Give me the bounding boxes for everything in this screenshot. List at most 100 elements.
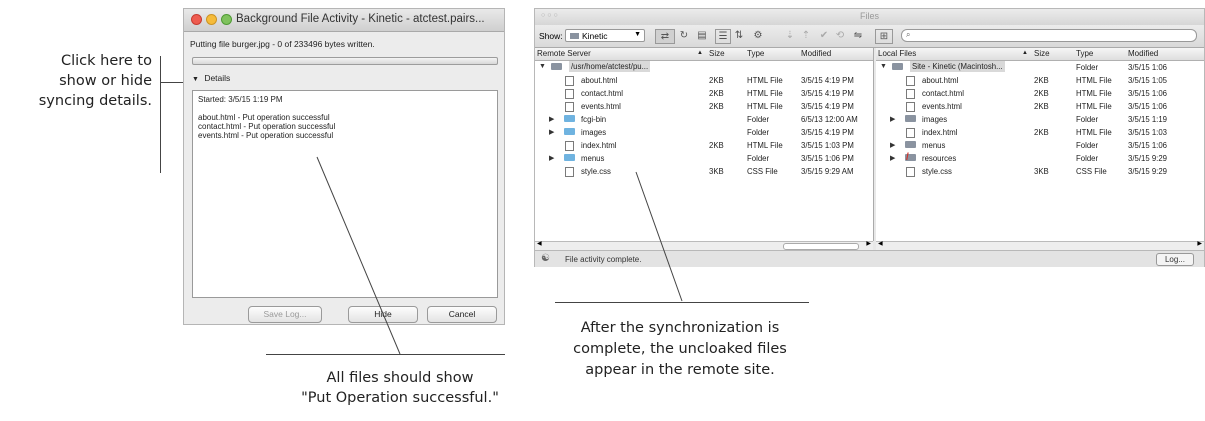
scroll-thumb[interactable] <box>783 243 859 250</box>
remote-root-row[interactable]: ▼ /usr/home/atctest/pu... <box>535 61 873 74</box>
callout-line-3: appear in the remote site. <box>585 362 775 378</box>
cloak-slash-icon: / <box>906 152 909 163</box>
local-header-type[interactable]: Type <box>1076 49 1093 58</box>
file-type: Folder <box>1076 154 1099 163</box>
file-row[interactable]: about.html 2KB HTML File 3/5/15 4:19 PM <box>535 74 873 87</box>
window-titlebar: Background File Activity - Kinetic - atc… <box>184 9 504 32</box>
file-row[interactable]: ▶ images Folder 3/5/15 4:19 PM <box>535 126 873 139</box>
file-modified: 6/5/13 12:00 AM <box>801 115 858 124</box>
callout-put-successful: All files should show "Put Operation suc… <box>240 368 560 408</box>
folder-icon <box>564 154 575 161</box>
refresh-icon[interactable]: ↻ <box>677 29 691 42</box>
callout-line-1: All files should show <box>326 370 474 386</box>
file-row[interactable]: about.html 2KB HTML File 3/5/15 1:05 <box>876 74 1204 87</box>
file-row[interactable]: events.html 2KB HTML File 3/5/15 4:19 PM <box>535 100 873 113</box>
file-name: fcgi-bin <box>581 115 607 124</box>
file-row[interactable]: ▶ menus Folder 3/5/15 1:06 <box>876 139 1204 152</box>
file-type: HTML File <box>1076 76 1112 85</box>
file-row[interactable]: ▶ menus Folder 3/5/15 1:06 PM <box>535 152 873 165</box>
connect-icon[interactable]: ⇄ <box>655 29 675 44</box>
local-header-modified[interactable]: Modified <box>1128 49 1158 58</box>
scroll-right-icon: ▶ <box>866 241 871 247</box>
file-modified: 3/5/15 4:19 PM <box>801 128 854 137</box>
file-name: images <box>922 115 948 124</box>
transfer-status-text: Putting file burger.jpg - 0 of 233496 by… <box>190 39 375 49</box>
file-modified: 3/5/15 1:06 PM <box>801 154 854 163</box>
site-folder-icon <box>570 33 579 39</box>
expand-icon[interactable]: ⊞ <box>875 29 893 44</box>
remote-header-name[interactable]: Remote Server <box>537 49 591 58</box>
site-select[interactable]: Kinetic ▼ <box>565 29 645 42</box>
view-icon[interactable]: ▤ <box>695 29 709 42</box>
files-titlebar: ○○○ Files <box>535 9 1204 26</box>
activity-icon: ☯ <box>541 253 550 264</box>
file-type: Folder <box>747 154 770 163</box>
file-size: 2KB <box>709 89 724 98</box>
file-icon <box>906 128 915 138</box>
show-label: Show: <box>539 31 563 41</box>
file-size: 2KB <box>1034 89 1049 98</box>
file-name: events.html <box>922 102 962 111</box>
file-size: 2KB <box>709 102 724 111</box>
remote-header-size[interactable]: Size <box>709 49 725 58</box>
sync-icon[interactable]: ⚙ <box>751 29 765 42</box>
put-icon[interactable]: ⇡ <box>799 29 813 42</box>
zoom-window-button[interactable] <box>221 14 232 25</box>
file-row[interactable]: ▶ / resources Folder 3/5/15 9:29 <box>876 152 1204 165</box>
details-toggle[interactable]: ▼ Details <box>192 73 230 83</box>
file-row[interactable]: ▶ fcgi-bin Folder 6/5/13 12:00 AM <box>535 113 873 126</box>
folder-icon <box>564 115 575 122</box>
local-header-name[interactable]: Local Files <box>878 49 916 58</box>
file-size: 2KB <box>1034 76 1049 85</box>
callout-line-2: show or hide <box>59 73 152 89</box>
local-header: Local Files ▲ Size Type Modified <box>876 48 1204 61</box>
collapsed-triangle-icon: ▶ <box>890 155 896 162</box>
remote-header-type[interactable]: Type <box>747 49 764 58</box>
transfer-progress-bar <box>192 57 498 65</box>
file-row[interactable]: contact.html 2KB HTML File 3/5/15 1:06 <box>876 87 1204 100</box>
file-size: 3KB <box>709 167 724 176</box>
local-horizontal-scrollbar[interactable]: ◀ ▶ <box>876 241 1204 250</box>
file-type: Folder <box>1076 141 1099 150</box>
file-modified: 3/5/15 1:19 <box>1128 115 1168 124</box>
log-line: events.html - Put operation successful <box>198 131 334 140</box>
file-icon <box>565 102 574 112</box>
callout-line-2: "Put Operation successful." <box>301 390 499 406</box>
close-window-button[interactable] <box>191 14 202 25</box>
checkout-icon[interactable]: ✔ <box>817 29 831 42</box>
checkin-icon[interactable]: ⟲ <box>833 29 847 42</box>
files-search-input[interactable]: ⌕ <box>901 29 1197 42</box>
callout-details-toggle: Click here to show or hide syncing detai… <box>0 51 152 111</box>
cancel-button[interactable]: Cancel <box>427 306 497 323</box>
collapsed-triangle-icon: ▶ <box>549 116 555 123</box>
file-modified: 3/5/15 1:06 <box>1128 89 1168 98</box>
remote-server-pane: Remote Server ▲ Size Type Modified ▼ /us… <box>535 48 874 241</box>
file-row[interactable]: style.css 3KB CSS File 3/5/15 9:29 <box>876 165 1204 178</box>
file-size: 2KB <box>709 76 724 85</box>
window-title: Background File Activity - Kinetic - atc… <box>236 13 485 25</box>
remote-header-modified[interactable]: Modified <box>801 49 831 58</box>
remote-horizontal-scrollbar[interactable]: ◀ ▶ <box>535 241 873 250</box>
file-row[interactable]: style.css 3KB CSS File 3/5/15 9:29 AM <box>535 165 873 178</box>
log-button[interactable]: Log... <box>1156 253 1194 266</box>
file-row[interactable]: ▶ images Folder 3/5/15 1:19 <box>876 113 1204 126</box>
search-icon: ⌕ <box>906 30 911 39</box>
file-icon <box>565 141 574 151</box>
collapsed-triangle-icon: ▶ <box>549 129 555 136</box>
list-icon[interactable]: ☰ <box>715 29 731 44</box>
local-root-row[interactable]: ▼ Site - Kinetic (Macintosh... Folder 3/… <box>876 61 1204 74</box>
file-modified: 3/5/15 1:03 PM <box>801 141 854 150</box>
synchronize-icon[interactable]: ⇋ <box>851 29 865 42</box>
minimize-window-button[interactable] <box>206 14 217 25</box>
file-row[interactable]: contact.html 2KB HTML File 3/5/15 4:19 PM <box>535 87 873 100</box>
file-type: HTML File <box>747 102 783 111</box>
folder-icon <box>892 63 903 70</box>
sort-icon[interactable]: ⇅ <box>732 29 746 42</box>
get-icon[interactable]: ⇣ <box>783 29 797 42</box>
file-modified: 3/5/15 4:19 PM <box>801 76 854 85</box>
file-row[interactable]: index.html 2KB HTML File 3/5/15 1:03 PM <box>535 139 873 152</box>
file-row[interactable]: index.html 2KB HTML File 3/5/15 1:03 <box>876 126 1204 139</box>
file-row[interactable]: events.html 2KB HTML File 3/5/15 1:06 <box>876 100 1204 113</box>
local-header-size[interactable]: Size <box>1034 49 1050 58</box>
file-type: HTML File <box>1076 89 1112 98</box>
